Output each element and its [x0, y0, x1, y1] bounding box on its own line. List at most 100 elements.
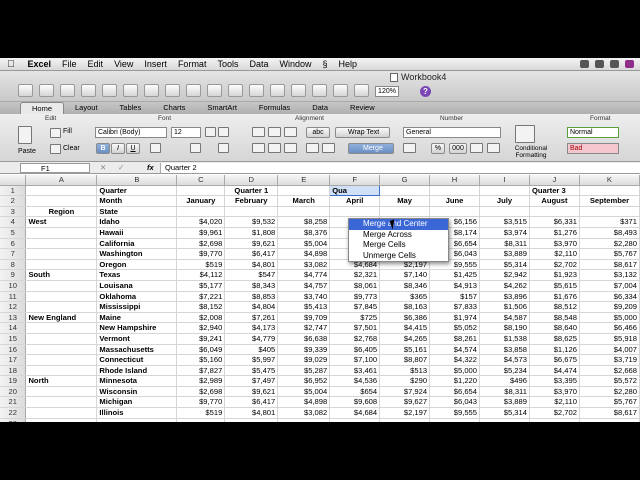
cell[interactable]: $7,845 [329, 301, 381, 313]
cell[interactable]: Maine [96, 311, 178, 324]
grid-icon[interactable] [39, 84, 54, 97]
menu-item-merge-cells[interactable]: Merge Cells [349, 240, 448, 251]
cell[interactable]: $2,768 [329, 333, 381, 345]
cell[interactable] [329, 418, 381, 422]
cell[interactable]: September [579, 195, 640, 207]
cell[interactable]: $9,961 [176, 227, 226, 239]
cell[interactable]: May [379, 195, 431, 207]
row-header[interactable]: 8 [0, 259, 27, 271]
cell[interactable] [25, 238, 98, 250]
conditional-formatting-label[interactable]: Conditional Formatting [509, 145, 553, 159]
cell[interactable]: Quarter 3 [529, 185, 580, 197]
cell[interactable]: $8,190 [479, 322, 530, 334]
cell[interactable]: $5,177 [176, 280, 226, 292]
cell[interactable]: $5,160 [176, 354, 226, 366]
cell[interactable]: State [96, 206, 178, 218]
cell[interactable]: $2,110 [529, 396, 580, 409]
cell[interactable]: Mississippi [96, 301, 178, 313]
cell[interactable]: $3,515 [479, 216, 530, 228]
cell[interactable]: July [479, 195, 530, 207]
new-icon[interactable] [18, 84, 33, 97]
fill-label[interactable]: Fill [63, 128, 72, 135]
cell[interactable]: $371 [579, 216, 640, 228]
cell[interactable]: $6,386 [379, 311, 431, 324]
cell[interactable]: $1,425 [429, 269, 481, 281]
cell[interactable]: $9,209 [579, 301, 640, 313]
cell[interactable]: $365 [379, 291, 431, 303]
cell[interactable] [25, 322, 98, 334]
cell[interactable]: $9,627 [379, 396, 431, 409]
cell[interactable]: Massachusetts [96, 344, 178, 356]
cell[interactable]: $9,770 [176, 396, 226, 409]
cell[interactable]: $7,100 [329, 354, 381, 366]
cell[interactable]: $1,923 [529, 269, 580, 281]
cell[interactable]: $4,415 [379, 322, 431, 334]
cell[interactable]: $1,808 [224, 227, 279, 239]
cell[interactable]: $6,654 [429, 386, 481, 398]
cell[interactable]: $3,896 [479, 291, 530, 303]
cell[interactable]: $2,110 [529, 248, 580, 260]
cell[interactable]: $6,331 [529, 216, 580, 228]
cell[interactable]: $6,049 [176, 344, 226, 356]
cell[interactable]: $2,698 [176, 386, 226, 398]
filter-icon[interactable] [291, 84, 306, 97]
align-bottom-icon[interactable] [284, 127, 297, 137]
menu-insert[interactable]: Insert [139, 59, 173, 69]
save-icon[interactable] [81, 84, 96, 97]
cell[interactable]: Texas [96, 269, 178, 281]
row-header[interactable]: 15 [0, 333, 27, 345]
cell[interactable]: $9,029 [277, 354, 331, 366]
cell[interactable]: $9,770 [176, 248, 226, 260]
cell[interactable]: $8,163 [379, 301, 431, 313]
cell[interactable] [224, 206, 279, 218]
number-format-select[interactable]: General [403, 127, 501, 138]
cell[interactable]: $6,466 [579, 322, 640, 334]
cell[interactable]: $547 [224, 269, 279, 281]
cell[interactable]: $4,757 [277, 280, 331, 292]
menu-item-merge-and-center[interactable]: Merge and Center [349, 219, 448, 230]
gallery-icon[interactable] [312, 84, 327, 97]
column-header[interactable]: K [579, 175, 640, 186]
row-header[interactable]: 12 [0, 301, 27, 313]
cell[interactable] [25, 248, 98, 260]
cell[interactable]: Qua [329, 184, 381, 197]
menu-item-unmerge-cells[interactable]: Unmerge Cells [349, 251, 448, 262]
row-header[interactable]: 1 [0, 185, 27, 197]
toolbox-icon[interactable] [333, 84, 348, 97]
cell[interactable]: $9,532 [224, 216, 279, 228]
cell[interactable] [25, 291, 98, 303]
menu-help[interactable]: Help [333, 59, 363, 69]
style-normal[interactable]: Normal [567, 127, 619, 138]
cell[interactable]: $4,801 [224, 407, 279, 419]
cell[interactable]: $2,989 [176, 375, 226, 387]
cell[interactable]: $6,952 [277, 375, 331, 387]
cell[interactable]: $3,461 [329, 365, 381, 377]
cell[interactable]: $3,970 [529, 238, 580, 250]
cell[interactable]: $9,621 [224, 386, 279, 398]
cell[interactable]: $9,709 [277, 311, 331, 324]
tab-charts[interactable]: Charts [152, 102, 196, 114]
cell[interactable]: $1,220 [429, 375, 481, 387]
row-header[interactable]: 5 [0, 227, 27, 239]
formula-input[interactable]: Quarter 2 [160, 163, 640, 173]
cell[interactable]: $8,640 [529, 322, 580, 334]
cell[interactable]: $7,221 [176, 291, 226, 303]
font-grow-icon[interactable] [205, 127, 216, 137]
percent-button[interactable]: % [431, 143, 445, 154]
cell[interactable]: $7,833 [429, 301, 481, 313]
function-icon[interactable]: fx [147, 163, 154, 172]
tab-formulas[interactable]: Formulas [248, 102, 301, 114]
cell[interactable]: $4,322 [429, 354, 481, 366]
row-header[interactable]: 22 [0, 407, 27, 419]
cell[interactable]: $5,234 [479, 365, 530, 377]
cell[interactable]: $1,538 [479, 333, 530, 345]
cell[interactable]: $3,889 [479, 396, 530, 409]
currency-icon[interactable] [403, 143, 416, 153]
cell[interactable]: $513 [379, 365, 431, 377]
cell[interactable]: $4,913 [429, 280, 481, 292]
cell[interactable] [379, 418, 431, 422]
cell[interactable]: $157 [429, 291, 481, 303]
cell[interactable]: $5,615 [529, 280, 580, 292]
column-header[interactable]: G [379, 175, 431, 186]
cell[interactable]: West [25, 216, 98, 228]
